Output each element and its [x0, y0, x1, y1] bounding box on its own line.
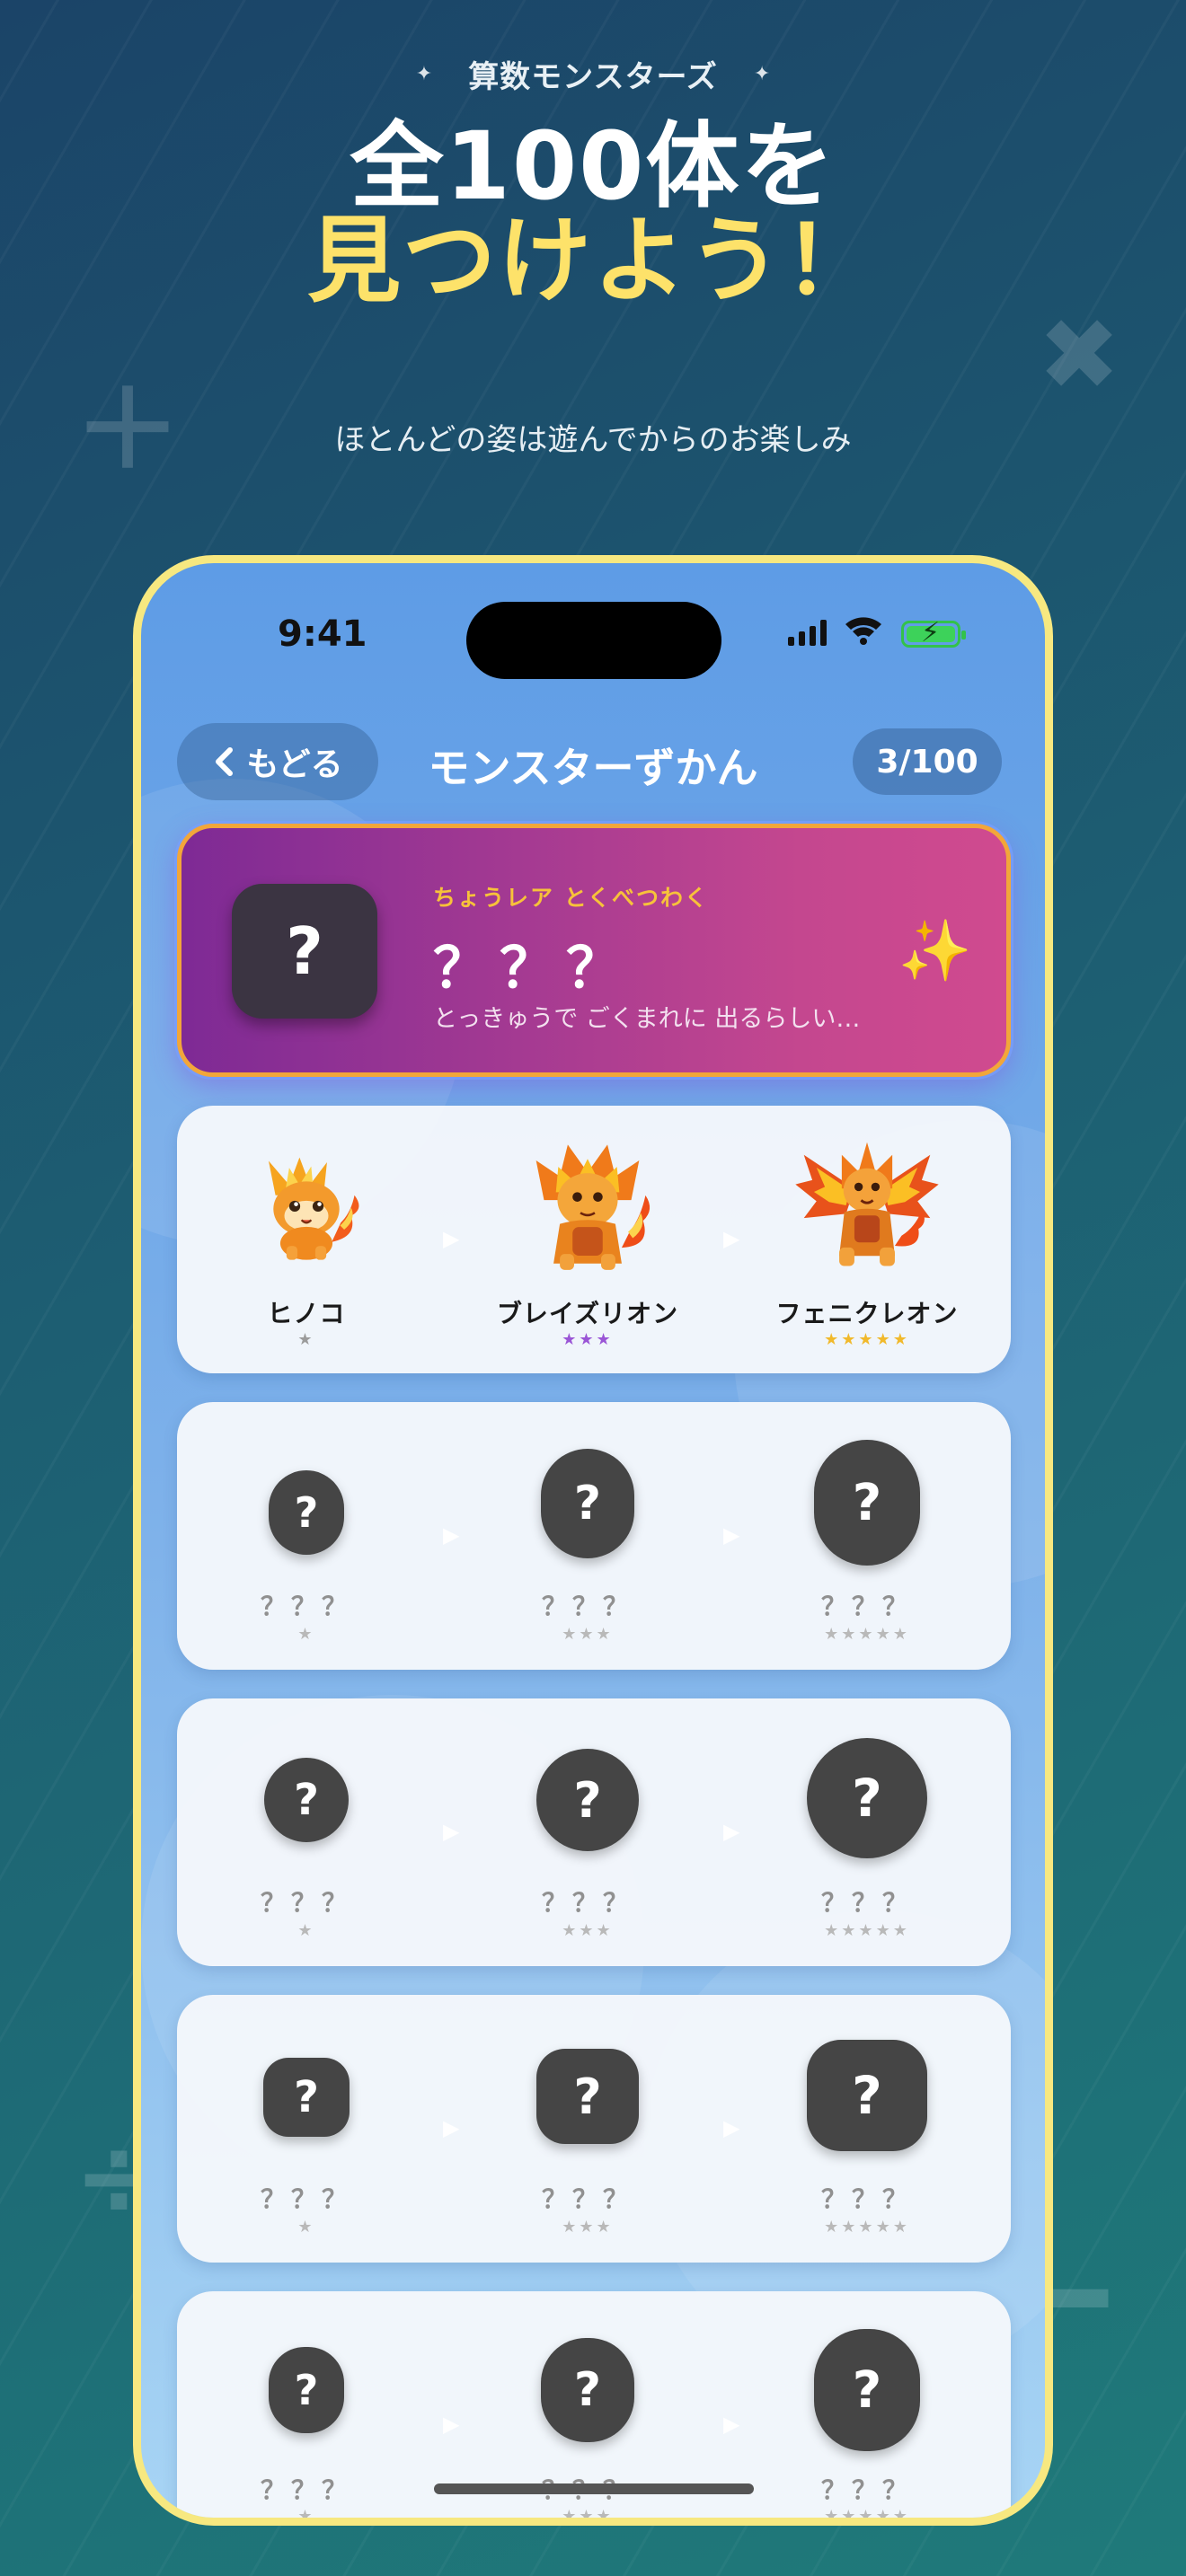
rarity-stars: ★★★★★	[824, 1330, 910, 1349]
headline-line-2: 見つけよう！	[306, 206, 879, 315]
monster-name: ？？？	[820, 2184, 913, 2214]
mystery-monster-icon: ?	[232, 884, 377, 1019]
monster-name: ？？？	[820, 1592, 913, 1621]
monster-cell[interactable]: ? ？？？ ★★★★★	[750, 1995, 984, 2263]
monster-cell[interactable]: フェニクレオン ★★★★★	[750, 1106, 984, 1373]
rarity-stars: ★★★	[562, 1921, 614, 1940]
rarity-stars: ★★★★★	[824, 2507, 910, 2526]
monster-name: ？？？	[260, 2475, 352, 2505]
monster-name: ヒノコ	[267, 1299, 346, 1328]
home-indicator[interactable]	[434, 2483, 754, 2494]
mystery-monster-icon: ?	[807, 1738, 927, 1858]
monster-name: ブレイズリオン	[496, 1299, 679, 1328]
mystery-monster-icon: ?	[536, 1749, 639, 1851]
rarity-stars: ★★★★★	[824, 1625, 910, 1644]
evolution-row[interactable]: ヒノコ ★ ▶ ブレイズリオン ★★★ ▶ フェニクレオン ★★★★★	[177, 1106, 1011, 1373]
mystery-monster-icon: ?	[264, 1758, 349, 1842]
mystery-monster-icon: ?	[814, 1440, 920, 1566]
evolution-arrow-icon: ▶	[723, 2412, 740, 2437]
monster-cell[interactable]: ? ？？？ ★★★	[471, 1402, 704, 1670]
evolution-arrow-icon: ▶	[723, 1819, 740, 1844]
monster-name: ？？？	[820, 2475, 913, 2505]
wifi-icon	[845, 617, 881, 645]
special-card-name: ？？？	[433, 935, 633, 1001]
rarity-stars: ★★★	[562, 2507, 614, 2526]
subline: ほとんどの姿は遊んでからのお楽しみ	[334, 422, 852, 458]
sparkle-icon: ✦	[415, 63, 433, 85]
monster-name: ？？？	[541, 1592, 633, 1621]
phoenix-lion-monster-icon	[795, 1142, 939, 1266]
rarity-stars: ★★★★★	[824, 2218, 910, 2236]
monster-name: ？？？	[541, 1888, 633, 1918]
rarity-stars: ★	[297, 1921, 315, 1940]
mystery-monster-icon: ?	[269, 1470, 344, 1555]
dynamic-island	[466, 602, 721, 679]
monster-name: フェニクレオン	[775, 1299, 959, 1328]
rarity-stars: ★	[297, 1330, 315, 1349]
evolution-arrow-icon: ▶	[443, 2412, 460, 2437]
monster-name: ？？？	[260, 1592, 352, 1621]
rarity-stars: ★	[297, 1625, 315, 1644]
monster-cell[interactable]: ブレイズリオン ★★★	[471, 1106, 704, 1373]
nav-bar: もどる モンスターずかん 3/100	[141, 723, 1045, 800]
monster-cell[interactable]: ? ？？？ ★★★	[471, 1698, 704, 1966]
charging-bolt-icon: ⚡	[921, 617, 941, 648]
cellular-signal-icon	[788, 619, 827, 646]
rarity-stars: ★★★	[562, 2218, 614, 2236]
rarity-stars: ★★★	[562, 1330, 614, 1349]
evolution-row[interactable]: ? ？？？ ★ ▶ ? ？？？ ★★★ ▶ ? ？？？ ★★★★★	[177, 1402, 1011, 1670]
rarity-stars: ★★★	[562, 1625, 614, 1644]
mystery-monster-icon: ?	[541, 2338, 634, 2442]
mystery-monster-icon: ?	[814, 2329, 920, 2451]
evolution-arrow-icon: ▶	[723, 1522, 740, 1548]
evolution-arrow-icon: ▶	[723, 1226, 740, 1251]
monster-cell[interactable]: ? ？？？ ★★★	[471, 1995, 704, 2263]
evolution-arrow-icon: ▶	[443, 1819, 460, 1844]
monster-cell[interactable]: ? ？？？ ★	[190, 2291, 423, 2526]
monster-name: ？？？	[260, 1888, 352, 1918]
mystery-monster-icon: ?	[536, 2049, 639, 2144]
sparkle-icon: ✦	[753, 63, 771, 85]
times-icon: ✖	[1038, 297, 1121, 412]
evolution-arrow-icon: ▶	[443, 1226, 460, 1251]
monster-cell[interactable]: ヒノコ ★	[190, 1106, 423, 1373]
blaze-lion-monster-icon	[535, 1144, 651, 1270]
monster-cell[interactable]: ? ？？？ ★	[190, 1698, 423, 1966]
monster-name: ？？？	[541, 2184, 633, 2214]
special-card-description: とっきゅうで ごくまれに 出るらしい…	[433, 1005, 861, 1033]
mystery-monster-icon: ?	[269, 2347, 344, 2433]
mystery-monster-icon: ?	[263, 2058, 350, 2137]
rarity-stars: ★	[297, 2507, 315, 2526]
evolution-arrow-icon: ▶	[443, 2115, 460, 2140]
fire-cub-monster-icon	[268, 1157, 359, 1260]
monster-cell[interactable]: ? ？？？ ★★★★★	[750, 1402, 984, 1670]
monster-name: ？？？	[260, 2184, 352, 2214]
special-rare-card[interactable]: ? ちょうレア とくべつわく ？？？ とっきゅうで ごくまれに 出るらしい… ✨	[177, 824, 1011, 1077]
status-bar: 9:41 ⚡	[141, 563, 1045, 679]
monster-cell[interactable]: ? ？？？ ★★★★★	[750, 2291, 984, 2526]
special-card-label: ちょうレア とくべつわく	[433, 885, 709, 911]
monster-cell[interactable]: ? ？？？ ★	[190, 1995, 423, 2263]
status-time: 9:41	[278, 613, 367, 655]
rarity-stars: ★★★★★	[824, 1921, 910, 1940]
collection-count-badge: 3/100	[853, 728, 1002, 795]
evolution-row[interactable]: ? ？？？ ★ ▶ ? ？？？ ★★★ ▶ ? ？？？ ★★★★★	[177, 1698, 1011, 1966]
sparkle-icon: ✨	[898, 916, 972, 985]
evolution-row[interactable]: ? ？？？ ★ ▶ ? ？？？ ★★★ ▶ ? ？？？ ★★★★★	[177, 1995, 1011, 2263]
mystery-monster-icon: ?	[541, 1449, 634, 1558]
mystery-monster-icon: ?	[807, 2040, 927, 2151]
evolution-arrow-icon: ▶	[443, 1522, 460, 1548]
evolution-arrow-icon: ▶	[723, 2115, 740, 2140]
monster-name: ？？？	[820, 1888, 913, 1918]
monster-cell[interactable]: ? ？？？ ★★★★★	[750, 1698, 984, 1966]
phone-mockup: 9:41 ⚡ もどる モンスターずかん 3/100 ? ちょうレア とくべつわく…	[133, 555, 1053, 2526]
rarity-stars: ★	[297, 2218, 315, 2236]
monster-cell[interactable]: ? ？？？ ★	[190, 1402, 423, 1670]
